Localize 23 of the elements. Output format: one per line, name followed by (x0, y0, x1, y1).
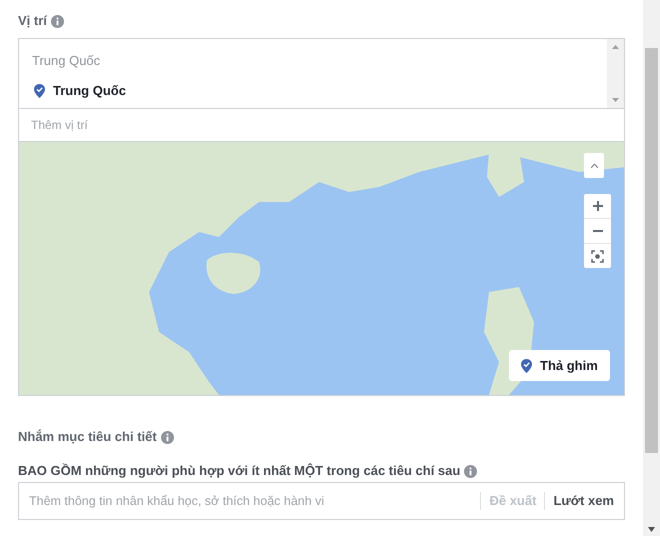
info-icon[interactable] (160, 430, 174, 444)
info-icon[interactable] (464, 464, 478, 478)
collapse-map-button[interactable] (584, 153, 604, 178)
recenter-icon (591, 250, 604, 262)
scrollbar-thumb[interactable] (645, 48, 658, 453)
page-scrollbar[interactable] (643, 0, 660, 536)
section-label: Nhắm mục tiêu chi tiết (18, 428, 157, 446)
list-scrollbar[interactable] (607, 39, 624, 108)
section-label: Vị trí (18, 12, 47, 30)
scroll-down-icon[interactable] (648, 527, 655, 532)
include-label: BAO GỒM những người phù hợp với ít nhất MỘT trong các tiêu chí sau (18, 462, 460, 480)
minus-icon (592, 230, 602, 232)
location-group-title: Trung Quốc (32, 52, 102, 69)
drop-pin-button[interactable]: Thả ghim (509, 350, 610, 381)
selected-location: Trung Quốc (53, 82, 126, 100)
plus-icon (592, 201, 602, 211)
location-pin-icon (34, 84, 45, 98)
scroll-up-icon[interactable] (612, 45, 619, 49)
targeting-action-button[interactable]: Lướt xem (553, 491, 614, 511)
info-icon[interactable] (50, 14, 64, 28)
caret-up-icon (590, 164, 598, 168)
location-pin-icon (521, 358, 532, 372)
map[interactable]: Thả ghim (18, 142, 625, 396)
